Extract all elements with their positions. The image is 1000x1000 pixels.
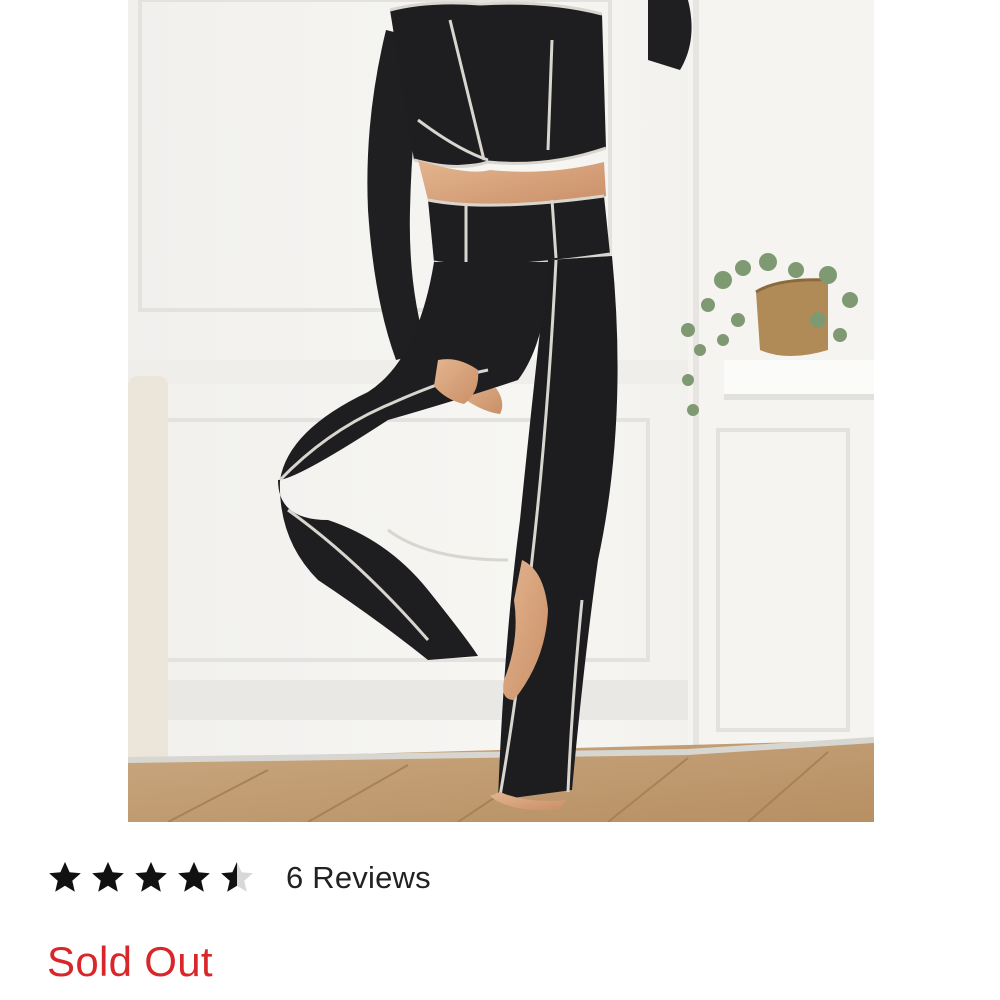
reviews-link[interactable]: 6 Reviews bbox=[286, 860, 431, 896]
star-icon bbox=[178, 861, 210, 892]
star-icon bbox=[135, 861, 167, 892]
product-photo bbox=[128, 0, 874, 822]
star-icon bbox=[49, 861, 81, 892]
star-half-icon bbox=[221, 861, 253, 892]
rating-row[interactable]: 6 Reviews bbox=[46, 856, 431, 900]
star-rating bbox=[46, 859, 256, 897]
star-icon bbox=[92, 861, 124, 892]
stock-status: Sold Out bbox=[47, 938, 213, 985]
product-page: 6 Reviews Sold Out bbox=[0, 0, 1000, 1000]
product-image[interactable] bbox=[128, 0, 874, 822]
